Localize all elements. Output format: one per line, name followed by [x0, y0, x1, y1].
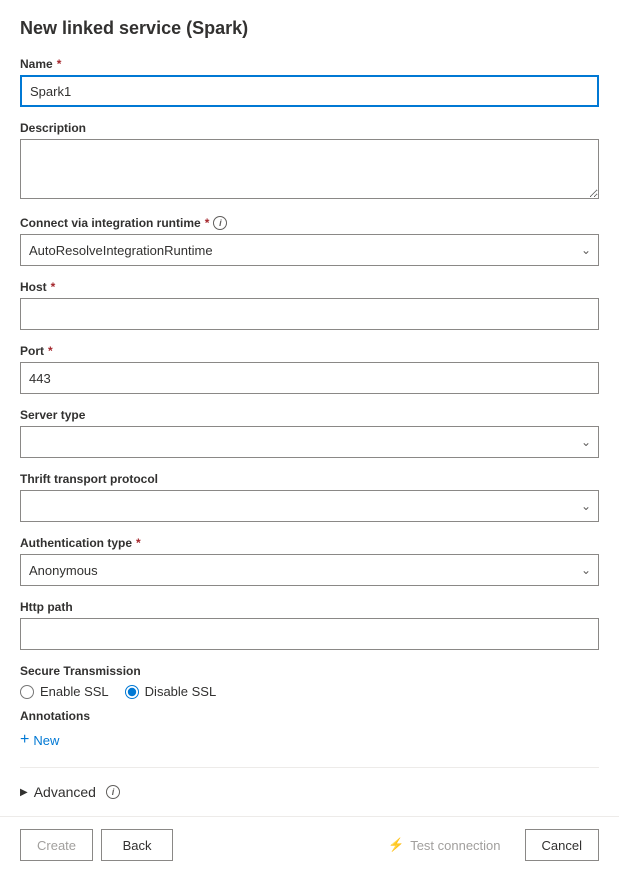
- disable-ssl-label[interactable]: Disable SSL: [125, 684, 217, 699]
- connect-select-wrapper: AutoResolveIntegrationRuntime ⌄: [20, 234, 599, 266]
- enable-ssl-label[interactable]: Enable SSL: [20, 684, 109, 699]
- ssl-radio-group: Enable SSL Disable SSL: [20, 684, 599, 699]
- connect-info-icon[interactable]: i: [213, 216, 227, 230]
- host-required: *: [51, 280, 56, 294]
- port-label: Port *: [20, 344, 599, 358]
- name-required: *: [57, 57, 62, 71]
- connect-field-group: Connect via integration runtime * i Auto…: [20, 216, 599, 266]
- server-type-field-group: Server type ⌄: [20, 408, 599, 458]
- create-button[interactable]: Create: [20, 829, 93, 861]
- plug-icon: ⚡: [388, 837, 404, 853]
- new-annotation-button[interactable]: + New: [20, 727, 59, 753]
- enable-ssl-radio[interactable]: [20, 685, 34, 699]
- thrift-select-wrapper: ⌄: [20, 490, 599, 522]
- description-input[interactable]: [20, 139, 599, 199]
- thrift-field-group: Thrift transport protocol ⌄: [20, 472, 599, 522]
- ssl-section: Secure Transmission Enable SSL Disable S…: [20, 664, 599, 699]
- description-label: Description: [20, 121, 599, 135]
- server-type-select[interactable]: [20, 426, 599, 458]
- name-field-group: Name *: [20, 57, 599, 107]
- advanced-chevron-icon: ▶: [20, 787, 28, 798]
- ssl-section-label: Secure Transmission: [20, 664, 599, 678]
- cancel-button[interactable]: Cancel: [525, 829, 599, 861]
- auth-label: Authentication type *: [20, 536, 599, 550]
- auth-select[interactable]: Anonymous: [20, 554, 599, 586]
- auth-field-group: Authentication type * Anonymous ⌄: [20, 536, 599, 586]
- connect-required: *: [205, 216, 210, 230]
- connect-label: Connect via integration runtime * i: [20, 216, 599, 230]
- footer-right-actions: ⚡ Test connection Cancel: [372, 829, 599, 861]
- advanced-info-icon[interactable]: i: [106, 785, 120, 799]
- host-input[interactable]: [20, 298, 599, 330]
- host-field-group: Host *: [20, 280, 599, 330]
- port-field-group: Port *: [20, 344, 599, 394]
- port-required: *: [48, 344, 53, 358]
- description-field-group: Description: [20, 121, 599, 202]
- port-input[interactable]: [20, 362, 599, 394]
- form-panel: New linked service (Spark) Name * Descri…: [0, 0, 619, 816]
- page-title: New linked service (Spark): [20, 18, 599, 39]
- thrift-select[interactable]: [20, 490, 599, 522]
- section-divider: [20, 767, 599, 768]
- connect-select[interactable]: AutoResolveIntegrationRuntime: [20, 234, 599, 266]
- annotations-label: Annotations: [20, 709, 599, 723]
- server-type-select-wrapper: ⌄: [20, 426, 599, 458]
- advanced-section[interactable]: ▶ Advanced i: [20, 778, 599, 806]
- host-label: Host *: [20, 280, 599, 294]
- server-type-label: Server type: [20, 408, 599, 422]
- advanced-label: Advanced: [34, 784, 96, 800]
- auth-required: *: [136, 536, 141, 550]
- name-input[interactable]: [20, 75, 599, 107]
- name-label: Name *: [20, 57, 599, 71]
- disable-ssl-radio[interactable]: [125, 685, 139, 699]
- back-button[interactable]: Back: [101, 829, 173, 861]
- footer: Create Back ⚡ Test connection Cancel: [0, 816, 619, 873]
- footer-left-actions: Create Back: [20, 829, 173, 861]
- test-connection-button[interactable]: ⚡ Test connection: [372, 829, 517, 861]
- http-path-field-group: Http path: [20, 600, 599, 650]
- annotations-section: Annotations + New: [20, 709, 599, 753]
- thrift-label: Thrift transport protocol: [20, 472, 599, 486]
- http-path-label: Http path: [20, 600, 599, 614]
- plus-icon: +: [20, 731, 29, 749]
- auth-select-wrapper: Anonymous ⌄: [20, 554, 599, 586]
- http-path-input[interactable]: [20, 618, 599, 650]
